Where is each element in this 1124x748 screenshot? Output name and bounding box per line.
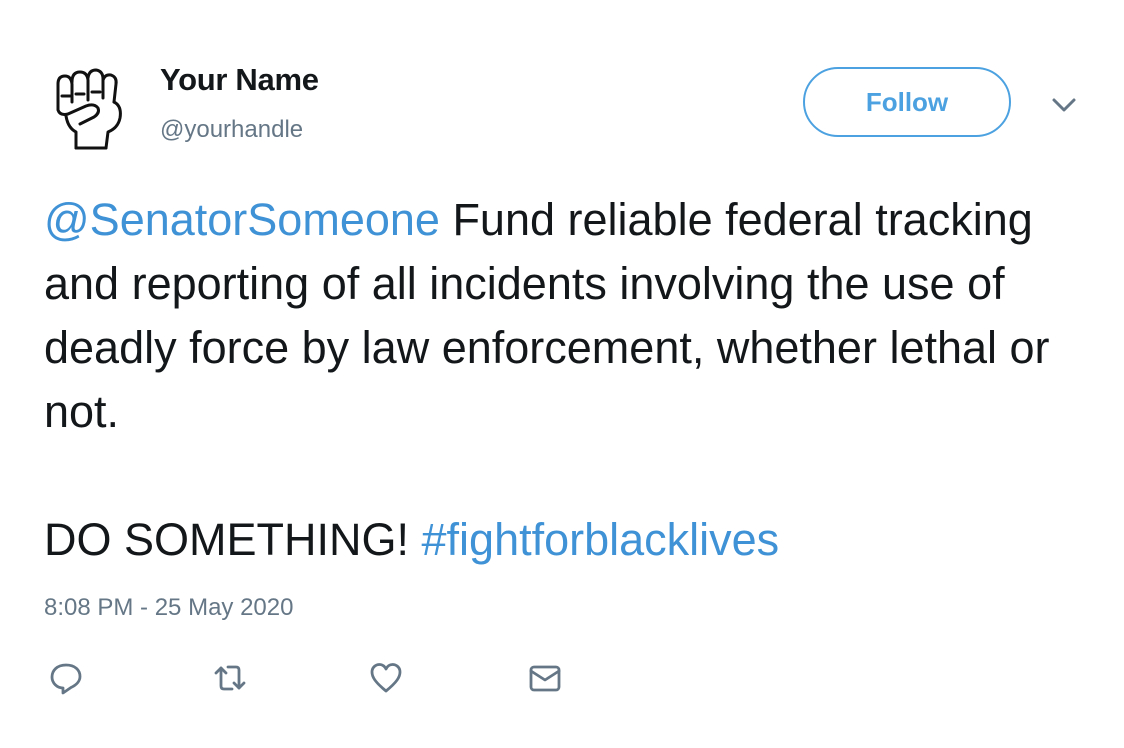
retweet-button[interactable] — [212, 660, 248, 696]
tweet-text: @SenatorSomeone Fund reliable federal tr… — [44, 188, 1084, 572]
reply-icon — [50, 663, 82, 695]
envelope-icon — [529, 665, 561, 692]
like-button[interactable] — [368, 660, 404, 696]
chevron-down-icon — [1052, 98, 1076, 112]
display-name[interactable]: Your Name — [160, 62, 319, 98]
call-to-action-text: DO SOMETHING! — [44, 514, 422, 565]
mention-link[interactable]: @SenatorSomeone — [44, 194, 440, 245]
retweet-icon — [214, 665, 246, 691]
message-button[interactable] — [527, 660, 563, 696]
tweet-paragraph-1: @SenatorSomeone Fund reliable federal tr… — [44, 188, 1084, 444]
user-handle[interactable]: @yourhandle — [160, 116, 303, 144]
tweet-timestamp[interactable]: 8:08 PM - 25 May 2020 — [44, 594, 293, 622]
tweet-paragraph-2: DO SOMETHING! #fightforblacklives — [44, 508, 1084, 572]
follow-button[interactable]: Follow — [803, 67, 1011, 137]
raised-fist-icon — [56, 68, 122, 150]
tweet-menu-button[interactable] — [1050, 92, 1078, 118]
reply-button[interactable] — [48, 660, 84, 696]
avatar[interactable] — [48, 62, 132, 150]
heart-icon — [370, 663, 402, 693]
hashtag-link[interactable]: #fightforblacklives — [422, 514, 780, 565]
